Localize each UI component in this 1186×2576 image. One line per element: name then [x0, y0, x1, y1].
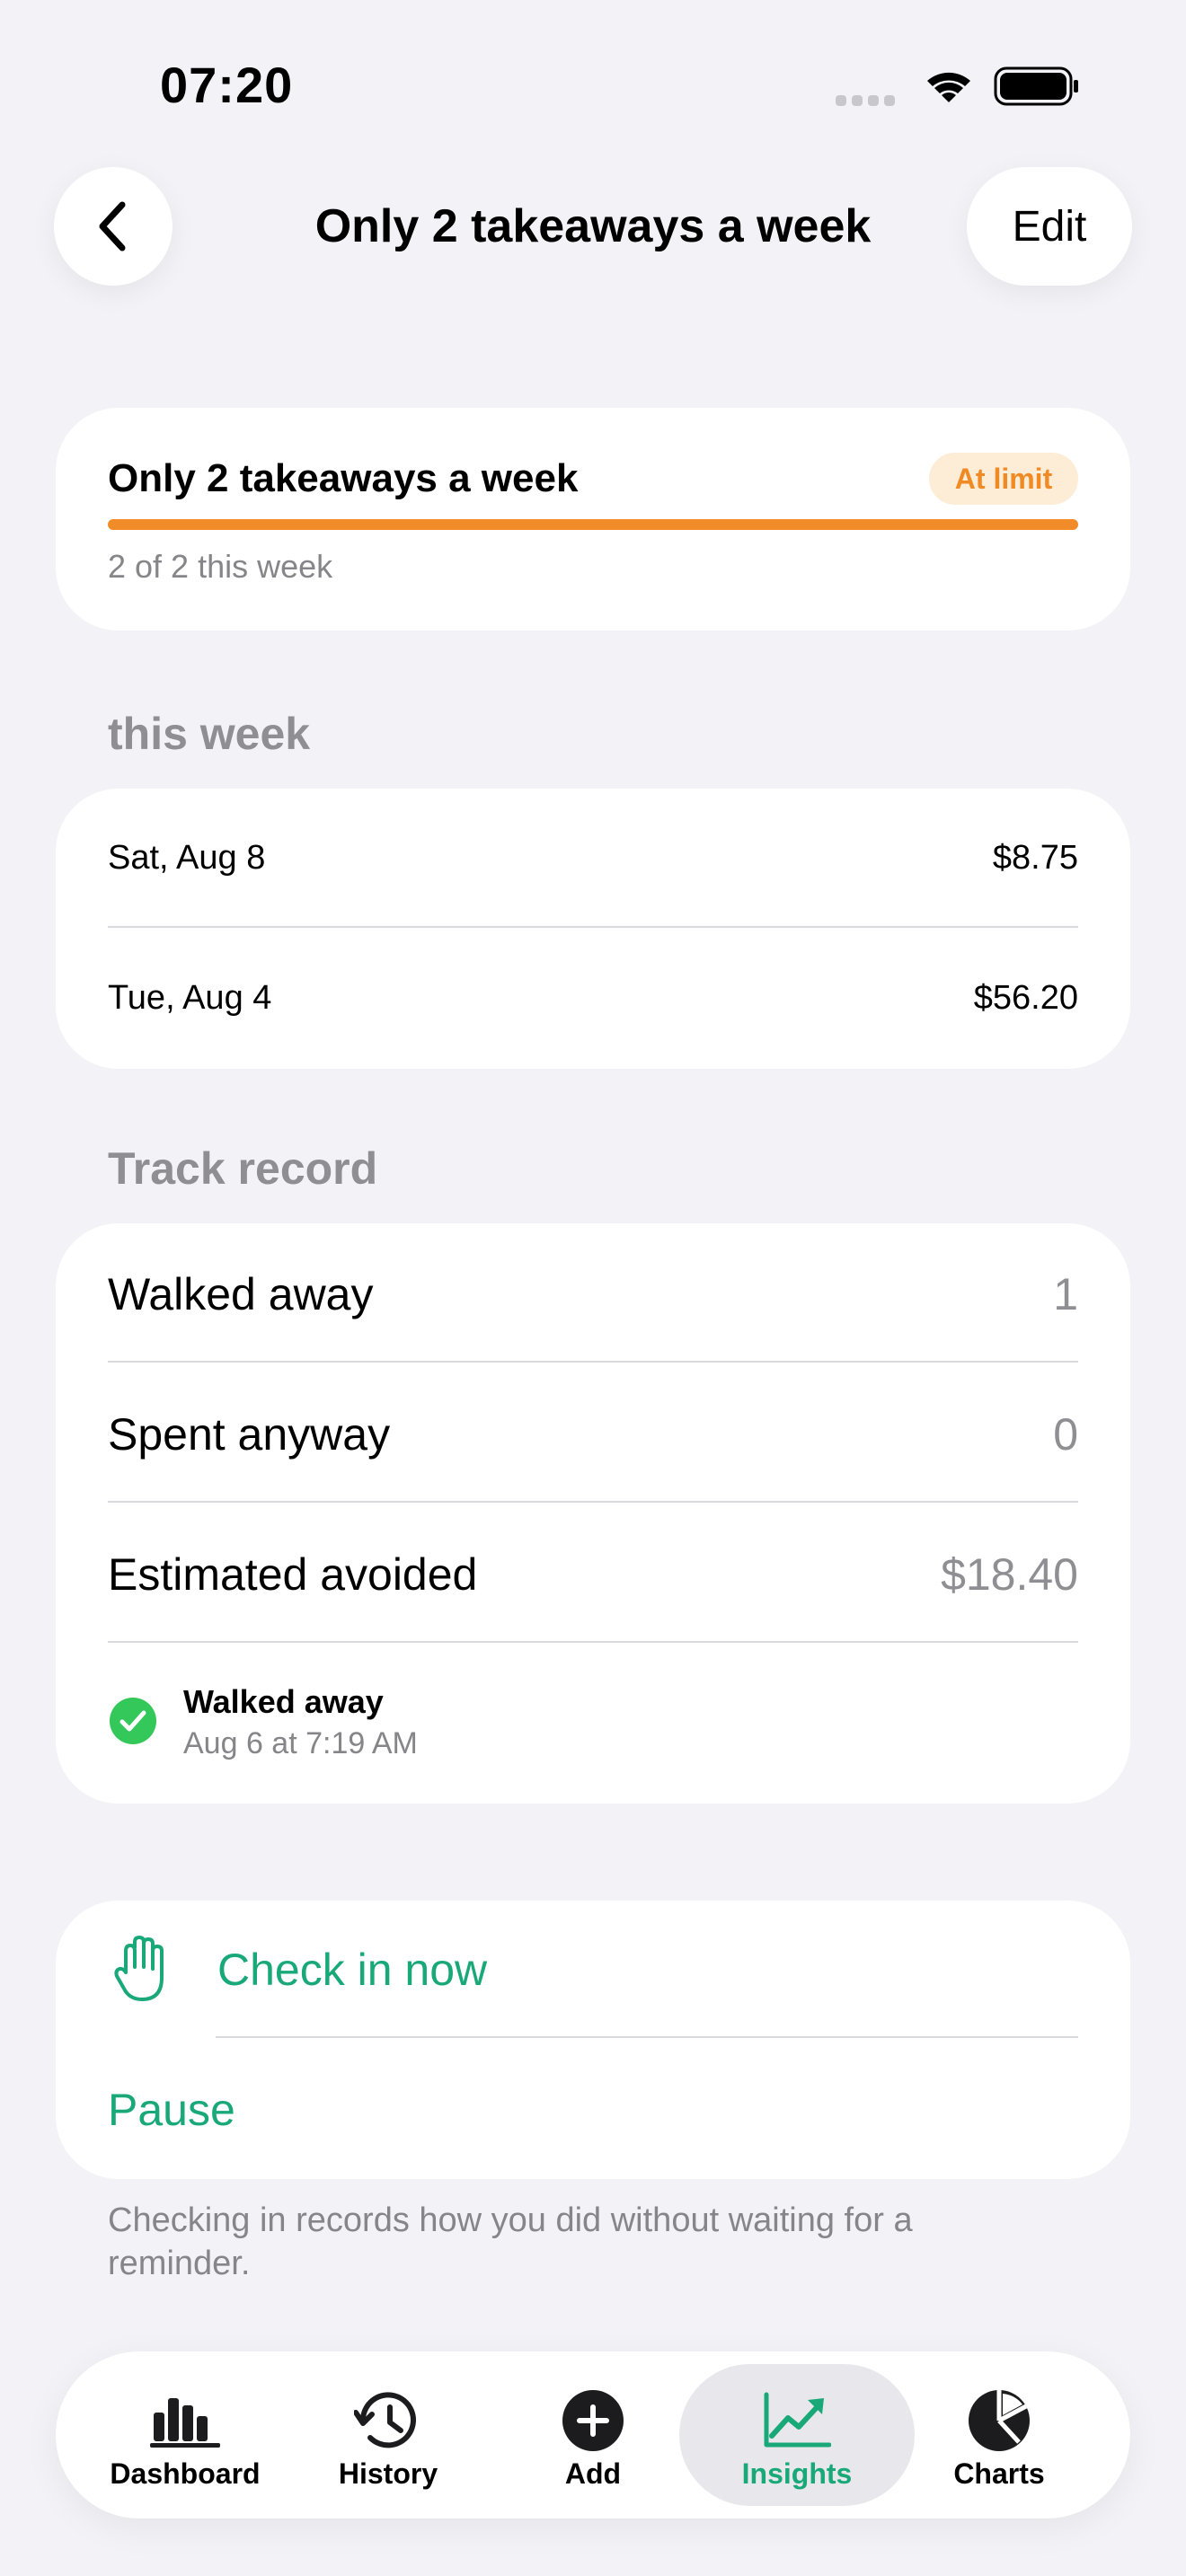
- list-item-amount: $8.75: [992, 839, 1078, 877]
- status-time: 07:20: [160, 57, 294, 113]
- check-in-label: Check in now: [217, 1945, 488, 1995]
- pie-chart-icon: [969, 2390, 1030, 2451]
- back-button[interactable]: [54, 167, 173, 286]
- progress-fill: [108, 519, 1078, 530]
- tab-label: Add: [564, 2457, 622, 2490]
- stat-label: Spent anyway: [108, 1409, 391, 1460]
- divider: [108, 1641, 1078, 1643]
- tab-history[interactable]: History: [298, 2362, 478, 2508]
- stat-value: 1: [1053, 1269, 1078, 1319]
- tab-insights[interactable]: Insights: [707, 2362, 887, 2508]
- hand-raised-icon: [114, 1936, 164, 2001]
- battery-icon: [994, 66, 1078, 106]
- track-record-header: Track record: [108, 1143, 378, 1194]
- divider: [216, 2036, 1078, 2038]
- stat-value: $18.40: [941, 1549, 1078, 1600]
- page-title: Only 2 takeaways a week: [314, 200, 872, 252]
- check-circle-icon: [110, 1698, 156, 1744]
- progress-bar: [108, 519, 1078, 530]
- stat-label: Estimated avoided: [108, 1549, 478, 1600]
- divider: [108, 1501, 1078, 1503]
- divider: [108, 1361, 1078, 1363]
- entry-subtitle: Aug 6 at 7:19 AM: [183, 1726, 418, 1760]
- check-in-button[interactable]: Check in now: [56, 1901, 1130, 2037]
- actions-card: Check in now Pause: [56, 1901, 1130, 2179]
- this-week-header: this week: [108, 709, 311, 759]
- this-week-card: Sat, Aug 8 $8.75 Tue, Aug 4 $56.20: [56, 789, 1130, 1069]
- goal-title: Only 2 takeaways a week: [108, 456, 579, 500]
- wifi-icon: [927, 72, 970, 102]
- pause-button[interactable]: Pause: [108, 2084, 235, 2136]
- tab-label: Dashboard: [110, 2457, 261, 2490]
- cellular-signal-icon: [836, 95, 895, 106]
- list-item-amount: $56.20: [973, 979, 1078, 1017]
- stat-value: 0: [1053, 1409, 1078, 1460]
- divider: [108, 926, 1078, 928]
- list-item-date: Sat, Aug 8: [108, 839, 266, 877]
- status-badge: At limit: [929, 453, 1078, 505]
- tab-dashboard[interactable]: Dashboard: [95, 2362, 275, 2508]
- footnote: Checking in records how you did without …: [108, 2201, 913, 2282]
- edit-button[interactable]: Edit: [967, 167, 1132, 286]
- stat-label: Walked away: [108, 1269, 374, 1319]
- history-clock-icon: [354, 2392, 416, 2448]
- tab-bar: Dashboard History Add Insights Charts: [56, 2351, 1130, 2519]
- plus-circle-icon: [562, 2390, 624, 2451]
- tab-label: Charts: [953, 2457, 1045, 2490]
- progress-text: 2 of 2 this week: [108, 548, 333, 585]
- chevron-left-icon: [99, 201, 126, 251]
- tab-label: Insights: [741, 2457, 853, 2490]
- bar-chart-icon: [150, 2398, 220, 2448]
- trend-up-icon: [764, 2392, 831, 2448]
- tab-label: History: [338, 2457, 438, 2490]
- entry-title: Walked away: [183, 1683, 384, 1720]
- tab-add[interactable]: Add: [503, 2362, 683, 2508]
- list-item-date: Tue, Aug 4: [108, 979, 272, 1017]
- tab-charts[interactable]: Charts: [909, 2362, 1089, 2508]
- status-icons: [836, 63, 1080, 108]
- track-record-card: Walked away 1 Spent anyway 0 Estimated a…: [56, 1223, 1130, 1804]
